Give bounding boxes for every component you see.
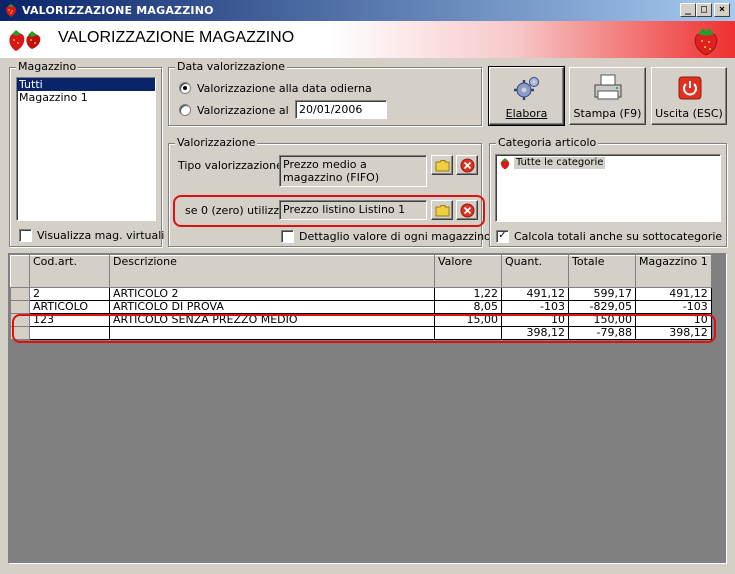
strawberry-icon [6,4,16,17]
highlight-zero-utilizza [173,195,485,227]
categoria-tree[interactable]: Tutte le categorie [495,154,721,222]
page-title: VALORIZZAZIONE MAGAZZINO [58,29,295,46]
row-indicator [10,300,30,314]
highlight-row-no-average-price [12,314,716,343]
table-cell[interactable]: -103 [501,300,569,314]
column-header[interactable]: Cod.art. [29,255,110,288]
table-header-row: Cod.art. Descrizione Valore Quant. Total… [10,255,712,288]
dettaglio-checkbox[interactable] [281,230,294,243]
valorizzazione-label: Valorizzazione [175,136,258,149]
table-cell[interactable]: ARTICOLO 2 [109,287,435,301]
radio-today[interactable] [179,82,191,94]
table-cell[interactable]: 491,12 [501,287,569,301]
tipo-clear-button[interactable] [456,155,478,175]
stampa-button[interactable]: Stampa (F9) [569,67,646,125]
elabora-label: Elabora [505,107,548,120]
delete-icon [460,158,475,173]
virtual-warehouse-checkbox[interactable] [19,229,32,242]
uscita-button[interactable]: Uscita (ESC) [651,67,727,125]
results-grid[interactable]: Cod.art. Descrizione Valore Quant. Total… [8,253,727,564]
magazzino-list[interactable]: Tutti Magazzino 1 [16,77,156,221]
data-valorizzazione-group: Data valorizzazione Valorizzazione alla … [168,60,482,126]
row-indicator [10,287,30,301]
dettaglio-label: Dettaglio valore di ogni magazzino [299,230,491,243]
categoria-label: Categoria articolo [496,136,599,149]
date-input[interactable]: 20/01/2006 [295,100,387,119]
virtual-warehouse-label: Visualizza mag. virtuali [37,229,165,242]
radio-date-label: Valorizzazione al [197,104,289,117]
elabora-button[interactable]: Elabora [488,66,565,126]
tipo-valorizzazione-field: Prezzo medio a magazzino (FIFO) [279,155,427,187]
printer-icon [594,74,622,100]
column-header[interactable]: Magazzino 1 [635,255,712,288]
table-cell[interactable]: 2 [29,287,110,301]
table-cell[interactable]: -829,05 [568,300,636,314]
table-row[interactable]: 2 ARTICOLO 2 1,22 491,12 599,17 491,12 [10,287,712,301]
window-title: VALORIZZAZIONE MAGAZZINO [22,4,214,17]
table-cell[interactable]: 8,05 [434,300,502,314]
close-button[interactable]: × [714,3,730,17]
radio-date[interactable] [179,104,191,116]
table-cell[interactable]: -103 [635,300,712,314]
row-indicator-header [10,255,30,288]
table-cell[interactable]: 1,22 [434,287,502,301]
list-item[interactable]: Magazzino 1 [17,91,155,104]
strawberries-logo-icon [9,30,41,51]
folder-icon [435,160,450,172]
table-cell[interactable]: 599,17 [568,287,636,301]
data-valorizzazione-label: Data valorizzazione [175,60,287,73]
column-header[interactable]: Quant. [501,255,569,288]
calcola-totali-checkbox[interactable]: ✓ [496,230,509,243]
categoria-group: Categoria articolo Tutte le categorie ✓ … [489,136,727,247]
table-cell[interactable]: 491,12 [635,287,712,301]
list-item[interactable]: Tutti [17,78,155,91]
magazzino-group: Magazzino Tutti Magazzino 1 Visualizza m… [9,60,165,247]
column-header[interactable]: Descrizione [109,255,435,288]
tree-item-all-categories[interactable]: Tutte le categorie [514,157,606,169]
tipo-valorizzazione-label: Tipo valorizzazione : [178,159,291,172]
minimize-button[interactable]: _ [680,3,696,17]
table-row[interactable]: ARTICOLO ARTICOLO DI PROVA 8,05 -103 -82… [10,300,712,314]
calcola-totali-label: Calcola totali anche su sottocategorie [514,230,723,243]
strawberry-decoration-icon [694,28,718,56]
strawberry-icon [500,158,510,170]
title-bar: VALORIZZAZIONE MAGAZZINO _ □ × [0,0,735,21]
column-header[interactable]: Totale [568,255,636,288]
magazzino-group-label: Magazzino [16,60,79,73]
maximize-button[interactable]: □ [696,3,712,17]
header-banner: VALORIZZAZIONE MAGAZZINO [0,21,735,58]
column-header[interactable]: Valore [434,255,502,288]
table-cell[interactable]: ARTICOLO DI PROVA [109,300,435,314]
stampa-label: Stampa (F9) [573,107,642,120]
table-cell[interactable]: ARTICOLO [29,300,110,314]
power-icon [678,76,702,100]
uscita-label: Uscita (ESC) [655,107,723,120]
radio-today-label: Valorizzazione alla data odierna [197,82,372,95]
gears-icon [514,77,539,100]
tipo-select-button[interactable] [431,155,453,175]
